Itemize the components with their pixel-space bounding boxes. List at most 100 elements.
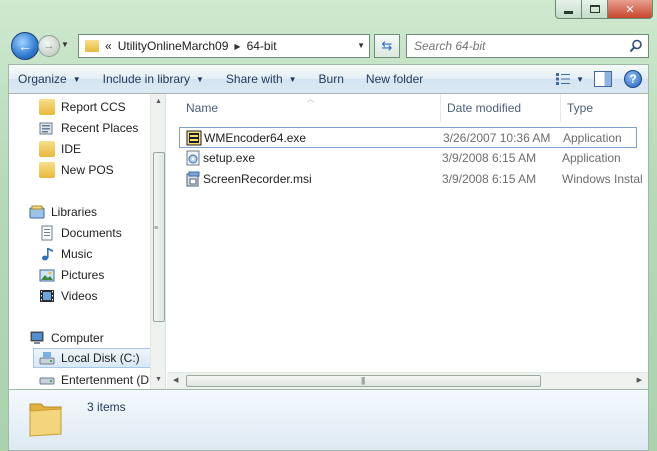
forward-arrow-icon: → (43, 40, 55, 52)
nav-item-label: Report CCS (61, 100, 126, 114)
share-with-button[interactable]: Share with ▼ (217, 67, 306, 91)
documents-icon (41, 225, 53, 241)
nav-item-libraries[interactable]: Libraries (29, 202, 165, 222)
address-row: ← → ▼ « UtilityOnlineMarch09 ▶ 64-bit ▼ … (8, 30, 649, 62)
address-bar[interactable]: « UtilityOnlineMarch09 ▶ 64-bit ▼ (78, 34, 370, 58)
search-input[interactable] (414, 39, 619, 53)
search-icon[interactable] (629, 39, 643, 53)
nav-item-new-pos[interactable]: New POS (39, 160, 165, 180)
organize-label: Organize (18, 72, 67, 86)
nav-scrollbar[interactable]: ▲ ≡ ▼ (150, 94, 165, 389)
share-with-label: Share with (225, 72, 283, 86)
help-icon[interactable]: ? (624, 70, 642, 88)
horizontal-scroll-thumb[interactable]: ||| (186, 375, 541, 387)
file-row[interactable]: setup.exe 3/9/2008 6:15 AM Application (179, 148, 637, 169)
breadcrumb-segment[interactable]: UtilityOnlineMarch09 (118, 39, 229, 53)
views-button[interactable] (552, 68, 574, 90)
new-folder-button[interactable]: New folder (357, 67, 432, 91)
music-icon (42, 248, 53, 261)
breadcrumb-segment[interactable]: 64-bit (247, 39, 277, 53)
explorer-window: ✕ ← → ▼ « UtilityOnlineMarch09 ▶ 64-bit … (0, 0, 657, 451)
organize-button[interactable]: Organize ▼ (9, 67, 90, 91)
nav-item-label: IDE (61, 142, 82, 156)
navigation-pane: Report CCS Recent Places IDE New POS Lib… (9, 94, 166, 389)
nav-item-videos[interactable]: Videos (39, 286, 165, 306)
column-header-label: Name (186, 101, 219, 115)
nav-item-label: Computer (51, 331, 104, 345)
computer-icon (30, 331, 44, 344)
chevron-down-icon: ▼ (196, 74, 204, 84)
column-header-name[interactable]: Name (167, 94, 441, 122)
nav-item-computer[interactable]: Computer (29, 328, 165, 348)
nav-item-documents[interactable]: Documents (39, 223, 165, 243)
disk-icon (39, 377, 55, 385)
recent-pages-dropdown[interactable]: ▼ (61, 40, 71, 52)
file-list: ︿ Name Date modified Type WMEncoder64.ex… (167, 94, 648, 389)
file-date: 3/9/2008 6:15 AM (442, 172, 537, 186)
nav-item-label: New POS (61, 163, 114, 177)
libraries-icon (29, 205, 45, 219)
scroll-down-arrow-icon[interactable]: ▼ (155, 376, 162, 383)
nav-item-label: Recent Places (61, 121, 139, 135)
scroll-left-arrow-icon[interactable]: ◀ (173, 376, 178, 384)
minimize-button[interactable] (555, 0, 582, 19)
address-overflow[interactable]: « (105, 39, 112, 53)
file-name: ScreenRecorder.msi (203, 172, 312, 186)
recent-places-icon (39, 122, 53, 135)
nav-item-label: Libraries (51, 205, 98, 219)
include-in-library-button[interactable]: Include in library ▼ (94, 67, 213, 91)
refresh-button[interactable]: ⇆ (374, 34, 400, 58)
installer-package-icon (186, 171, 200, 187)
breadcrumb-arrow-icon[interactable]: ▶ (234, 42, 240, 51)
file-list-horizontal-scrollbar[interactable]: ◀ ||| ▶ (167, 372, 648, 389)
column-header-type[interactable]: Type (561, 94, 650, 122)
back-button[interactable]: ← (11, 32, 39, 60)
file-type: Application (563, 131, 622, 145)
file-row[interactable]: ScreenRecorder.msi 3/9/2008 6:15 AM Wind… (179, 169, 642, 190)
nav-scroll-thumb[interactable] (153, 152, 165, 322)
content-area: Report CCS Recent Places IDE New POS Lib… (8, 94, 649, 389)
file-type: Application (562, 151, 621, 165)
nav-item-recent-places[interactable]: Recent Places (39, 118, 165, 138)
scroll-grip-icon: ≡ (154, 225, 159, 232)
caption-buttons: ✕ (555, 0, 653, 20)
disk-icon (39, 352, 55, 365)
nav-item-pictures[interactable]: Pictures (39, 265, 165, 285)
back-arrow-icon: ← (18, 38, 32, 54)
chevron-down-icon: ▼ (72, 74, 81, 84)
burn-button[interactable]: Burn (310, 67, 353, 91)
burn-label: Burn (318, 72, 344, 86)
maximize-button[interactable] (582, 0, 608, 19)
file-date: 3/9/2008 6:15 AM (442, 151, 537, 165)
scroll-right-arrow-icon[interactable]: ▶ (637, 376, 642, 384)
videos-icon (40, 290, 54, 302)
close-button[interactable]: ✕ (608, 0, 653, 19)
nav-item-label: Documents (61, 226, 122, 240)
folder-icon (39, 99, 55, 115)
column-header-label: Type (567, 101, 594, 115)
encoder-app-icon (186, 130, 202, 146)
file-date: 3/26/2007 10:36 AM (443, 131, 551, 145)
nav-item-ide[interactable]: IDE (39, 139, 165, 159)
nav-item-label: Entertenment (D: (61, 373, 153, 387)
nav-item-report-ccs[interactable]: Report CCS (39, 97, 165, 117)
scroll-up-arrow-icon[interactable]: ▲ (155, 98, 162, 105)
item-count: 3 items (87, 400, 126, 414)
preview-pane-icon[interactable] (594, 71, 612, 87)
nav-item-music[interactable]: Music (39, 244, 165, 264)
nav-item-entertenment-d[interactable]: Entertenment (D: (39, 370, 165, 389)
forward-button[interactable]: → (38, 35, 60, 57)
refresh-icon: ⇆ (381, 38, 393, 53)
nav-item-label: Videos (61, 289, 98, 303)
address-dropdown-icon[interactable]: ▼ (357, 41, 365, 50)
column-header-date-modified[interactable]: Date modified (441, 94, 561, 122)
folder-icon (39, 141, 55, 157)
search-box[interactable] (406, 34, 649, 58)
command-bar: Organize ▼ Include in library ▼ Share with… (8, 64, 649, 94)
file-name: setup.exe (203, 151, 256, 165)
nav-item-local-disk-c[interactable]: Local Disk (C:) (33, 348, 151, 368)
file-row[interactable]: WMEncoder64.exe 3/26/2007 10:36 AM Appli… (179, 127, 637, 148)
pictures-icon (39, 269, 55, 282)
views-dropdown-icon[interactable]: ▼ (576, 75, 584, 84)
nav-item-label: Local Disk (C:) (61, 351, 140, 365)
